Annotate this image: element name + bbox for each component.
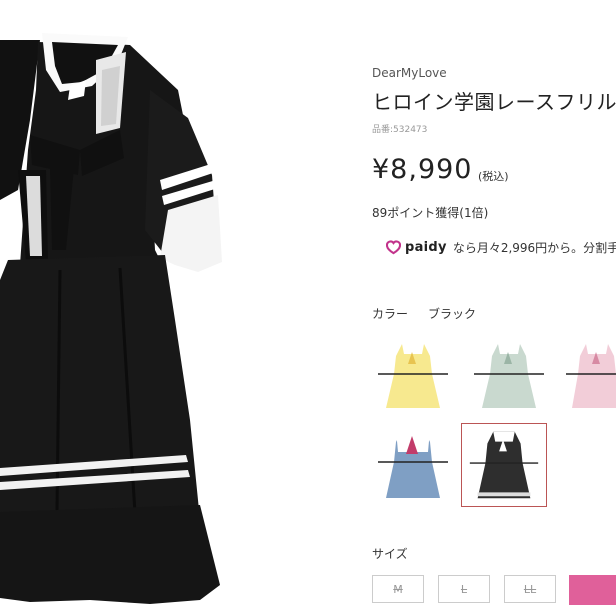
paidy-logo-text: paidy — [405, 240, 447, 255]
price: ¥8,990 — [372, 154, 473, 185]
paidy-logo-icon — [386, 240, 401, 255]
color-swatch-yellow[interactable] — [372, 336, 454, 416]
product-main-image — [0, 0, 345, 616]
color-label: カラー — [372, 307, 409, 321]
tax-note: (税込) — [478, 170, 509, 183]
paidy-banner[interactable]: paidy なら月々2,996円から。分割手数料無料 — [386, 239, 616, 256]
size-option-selected[interactable] — [569, 575, 616, 605]
size-label: サイズ — [372, 547, 408, 561]
color-swatch-mint[interactable] — [468, 336, 550, 416]
brand-name[interactable]: DearMyLove — [372, 66, 447, 80]
size-option-l[interactable]: L — [438, 575, 490, 603]
color-swatch-pink[interactable] — [562, 336, 616, 416]
size-option-ll[interactable]: LL — [504, 575, 556, 603]
paidy-installment-text: なら月々2,996円から。分割手数料無料 — [452, 241, 616, 255]
points-earned: 89ポイント獲得(1倍) — [372, 206, 489, 220]
color-swatch-blue[interactable] — [372, 424, 454, 504]
product-info: DearMyLove ヒロイン学園レースフリルワンピース 品番:532473 ¥… — [372, 0, 616, 616]
product-title: ヒロイン学園レースフリルワンピース — [372, 90, 616, 114]
size-option-m[interactable]: M — [372, 575, 424, 603]
selected-color: ブラック — [428, 307, 477, 321]
product-code: 品番:532473 — [372, 125, 428, 135]
color-swatch-black[interactable] — [461, 423, 547, 507]
